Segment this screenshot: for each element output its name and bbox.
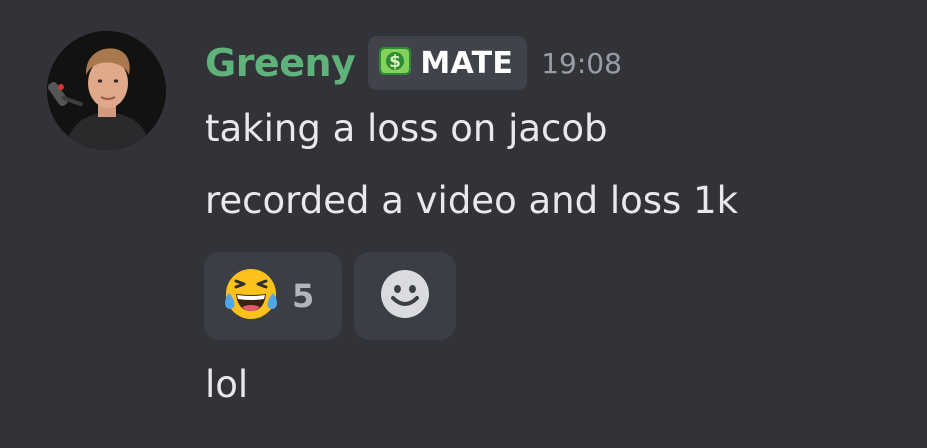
author-name[interactable]: Greeny — [205, 44, 356, 82]
joy-emoji-icon — [222, 265, 280, 327]
svg-text:$: $ — [389, 52, 401, 72]
chat-message-group: Greeny $ MATE 19:08 taking a loss on jac… — [0, 0, 927, 448]
message-header: Greeny $ MATE 19:08 — [205, 35, 622, 91]
reaction-count: 5 — [292, 277, 315, 315]
badge-label: MATE — [420, 45, 514, 81]
add-reaction-button[interactable] — [354, 252, 456, 340]
avatar-photo — [47, 31, 166, 150]
message-text: lol — [205, 363, 249, 406]
dollar-icon: $ — [378, 44, 412, 82]
message-text: taking a loss on jacob — [205, 107, 608, 150]
smiley-add-icon — [379, 268, 431, 324]
message-text: recorded a video and loss 1k — [205, 179, 739, 222]
avatar[interactable] — [47, 31, 166, 150]
reaction-joy[interactable]: 5 — [204, 252, 342, 340]
role-badge[interactable]: $ MATE — [368, 36, 528, 90]
timestamp[interactable]: 19:08 — [541, 47, 622, 80]
